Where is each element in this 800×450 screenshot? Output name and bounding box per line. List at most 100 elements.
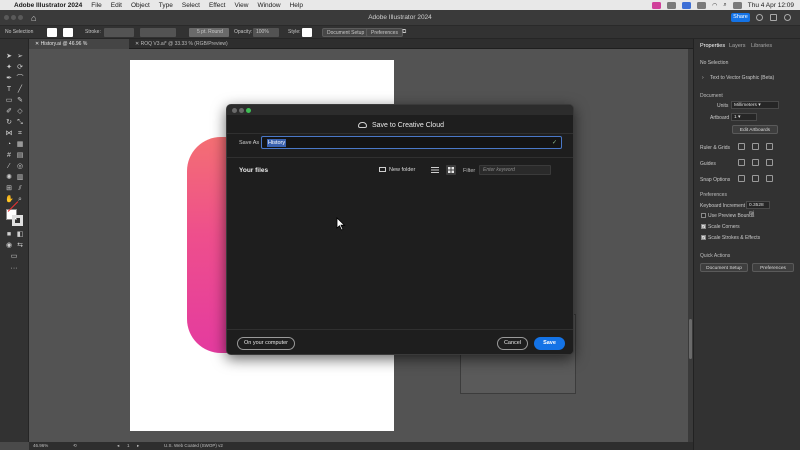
control-center-icon[interactable]: [732, 1, 742, 9]
dialog-zoom-button[interactable]: [246, 107, 251, 113]
tab-libraries[interactable]: Libraries: [751, 43, 772, 49]
graph-tool-icon[interactable]: ▥: [16, 174, 24, 182]
dialog-close-button[interactable]: [232, 107, 237, 113]
document-setup-button[interactable]: Document Setup: [322, 28, 370, 37]
more-tools-icon[interactable]: ···: [10, 265, 18, 273]
selection-tool-icon[interactable]: ➤: [5, 53, 13, 61]
smart-guides-icon[interactable]: [766, 159, 773, 166]
rulers-icon[interactable]: [738, 143, 745, 150]
artboard-nav-next-icon[interactable]: ▸: [137, 443, 139, 449]
scale-corners-checkbox[interactable]: ✓: [701, 224, 706, 229]
line-tool-icon[interactable]: ╱: [16, 86, 24, 94]
slice-tool-icon[interactable]: ⫽: [16, 185, 24, 193]
eyedropper-icon[interactable]: ⁄: [5, 163, 13, 171]
snap-point-icon[interactable]: [738, 175, 745, 182]
battery-icon[interactable]: [697, 1, 707, 9]
tab-roq-document[interactable]: ✕ ROQ V3.ai* @ 33.33 % (RGB/Preview): [129, 39, 239, 49]
symbol-sprayer-icon[interactable]: ✺: [5, 174, 13, 182]
gpu-icon[interactable]: [784, 14, 791, 21]
graphic-style-swatch[interactable]: [302, 28, 312, 37]
zoom-level[interactable]: 46.96%: [33, 443, 48, 448]
direct-selection-tool-icon[interactable]: ➢: [16, 53, 24, 61]
tab-layers[interactable]: Layers: [729, 43, 746, 49]
lasso-icon[interactable]: ⟳: [16, 64, 24, 72]
fill-swatch[interactable]: [47, 28, 57, 37]
blend-tool-icon[interactable]: ◎: [16, 163, 24, 171]
snap-grid-icon[interactable]: [752, 175, 759, 182]
rotate-view-icon[interactable]: ⟲: [73, 443, 77, 449]
on-your-computer-button[interactable]: On your computer: [237, 337, 295, 350]
scale-strokes-checkbox[interactable]: ✓: [701, 235, 706, 240]
menu-effect[interactable]: Effect: [209, 2, 226, 9]
rotate-tool-icon[interactable]: ↻: [5, 119, 13, 127]
menu-help[interactable]: Help: [290, 2, 303, 9]
color-mode-icon[interactable]: ■: [5, 231, 13, 239]
menu-type[interactable]: Type: [159, 2, 173, 9]
preferences-button[interactable]: Preferences: [366, 28, 403, 37]
pen-tool-icon[interactable]: ✒: [5, 75, 13, 83]
use-preview-bounds-checkbox[interactable]: [701, 213, 706, 218]
new-folder-button[interactable]: New folder: [379, 167, 415, 173]
menu-window[interactable]: Window: [257, 2, 280, 9]
status-icon[interactable]: [667, 1, 677, 9]
opacity-field[interactable]: 100%: [253, 28, 279, 37]
brush-definition[interactable]: 5 pt. Round: [189, 28, 229, 37]
list-view-icon[interactable]: [430, 165, 440, 175]
quick-document-setup-button[interactable]: Document Setup: [700, 263, 748, 272]
gradient-tool-icon[interactable]: ▤: [16, 152, 24, 160]
artboard-select[interactable]: 1 ▾: [731, 113, 757, 121]
share-button[interactable]: Share: [731, 13, 750, 22]
rectangle-tool-icon[interactable]: ▭: [5, 97, 13, 105]
screen-mode-icon[interactable]: ▭: [10, 253, 18, 261]
free-transform-icon[interactable]: ⌗: [16, 130, 24, 138]
snap-pixel-icon[interactable]: [766, 175, 773, 182]
menu-app-name[interactable]: Adobe Illustrator 2024: [14, 2, 82, 9]
grid-view-icon[interactable]: [446, 165, 456, 175]
text-to-vector-item[interactable]: Text to Vector Graphic (Beta): [710, 75, 774, 81]
menu-view[interactable]: View: [234, 2, 248, 9]
pixel-grid-icon[interactable]: [766, 143, 773, 150]
menu-select[interactable]: Select: [182, 2, 200, 9]
shaper-tool-icon[interactable]: ✐: [5, 108, 13, 116]
menubar-clock[interactable]: Thu 4 Apr 12:09: [748, 2, 794, 9]
mesh-tool-icon[interactable]: #: [5, 152, 13, 160]
variable-width-profile[interactable]: [140, 28, 176, 37]
shape-builder-icon[interactable]: ◔: [5, 141, 13, 149]
swap-icon[interactable]: ⇆: [16, 242, 24, 250]
scale-tool-icon[interactable]: ⤡: [16, 119, 24, 127]
save-button[interactable]: Save: [534, 337, 565, 350]
stroke-color-icon[interactable]: [12, 215, 23, 226]
show-guides-icon[interactable]: [738, 159, 745, 166]
search-icon[interactable]: ⌕: [723, 2, 726, 9]
tab-properties[interactable]: Properties: [700, 43, 725, 49]
curvature-tool-icon[interactable]: ⌒: [16, 75, 24, 83]
grid-icon[interactable]: [752, 143, 759, 150]
search-help-icon[interactable]: [756, 14, 763, 21]
artboard-number[interactable]: 1: [127, 443, 130, 448]
workspace-icon[interactable]: [770, 14, 777, 21]
edit-artboards-button[interactable]: Edit Artboards: [732, 125, 778, 134]
app-status-icon[interactable]: [682, 1, 692, 9]
paintbrush-icon[interactable]: ✎: [16, 97, 24, 105]
arrange-icon[interactable]: ⧉: [402, 29, 406, 36]
save-as-input[interactable]: History ✓: [261, 136, 562, 149]
cc-status-icon[interactable]: [652, 1, 662, 9]
wifi-icon[interactable]: ◠: [712, 2, 717, 9]
gradient-mode-icon[interactable]: ◧: [16, 231, 24, 239]
artboard-tool-icon[interactable]: ⊞: [5, 185, 13, 193]
cancel-button[interactable]: Cancel: [497, 337, 528, 350]
units-select[interactable]: Millimeters ▾: [731, 101, 779, 109]
width-tool-icon[interactable]: ⋈: [5, 130, 13, 138]
magic-wand-icon[interactable]: ✦: [5, 64, 13, 72]
perspective-grid-icon[interactable]: ▦: [16, 141, 24, 149]
keyboard-increment-field[interactable]: 0.3528 mi: [746, 201, 770, 216]
draw-mode-icon[interactable]: ◉: [5, 242, 13, 250]
stroke-swatch[interactable]: [63, 28, 73, 37]
menu-edit[interactable]: Edit: [111, 2, 122, 9]
menu-object[interactable]: Object: [131, 2, 150, 9]
stroke-weight-field[interactable]: [104, 28, 134, 37]
scrollbar-thumb[interactable]: [689, 319, 692, 359]
dialog-minimize-button[interactable]: [239, 107, 244, 113]
artboard-nav-prev-icon[interactable]: ◂: [117, 443, 119, 449]
lock-guides-icon[interactable]: [752, 159, 759, 166]
